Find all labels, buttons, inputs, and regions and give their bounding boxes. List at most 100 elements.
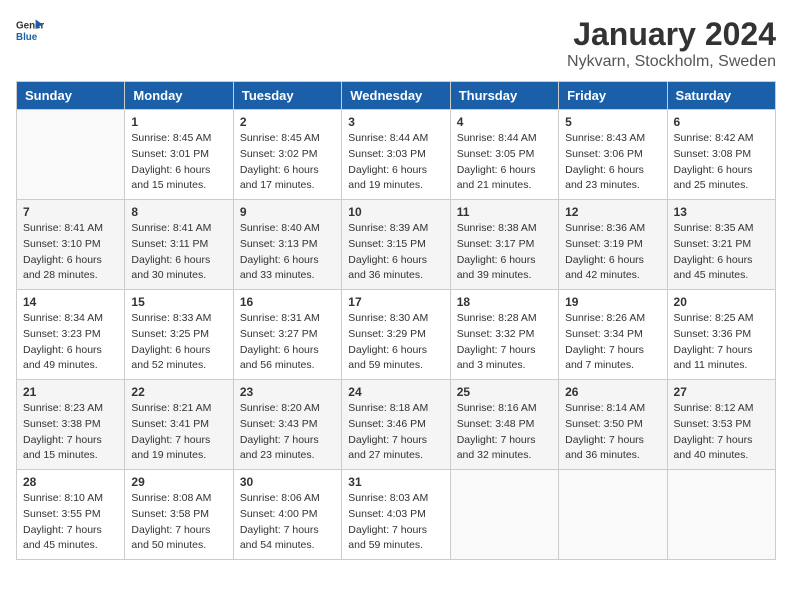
sunrise-text: Sunrise: 8:44 AM <box>348 131 443 147</box>
sunset-text: Sunset: 3:32 PM <box>457 327 552 343</box>
sunrise-text: Sunrise: 8:42 AM <box>674 131 769 147</box>
daylight-text: Daylight: 7 hours and 7 minutes. <box>565 343 660 375</box>
day-number: 14 <box>23 295 118 309</box>
sunrise-text: Sunrise: 8:34 AM <box>23 311 118 327</box>
table-row: 25 Sunrise: 8:16 AM Sunset: 3:48 PM Dayl… <box>450 380 558 470</box>
table-row: 9 Sunrise: 8:40 AM Sunset: 3:13 PM Dayli… <box>233 200 341 290</box>
day-info: Sunrise: 8:45 AM Sunset: 3:01 PM Dayligh… <box>131 131 226 194</box>
day-info: Sunrise: 8:31 AM Sunset: 3:27 PM Dayligh… <box>240 311 335 374</box>
daylight-text: Daylight: 6 hours and 49 minutes. <box>23 343 118 375</box>
sunset-text: Sunset: 3:21 PM <box>674 237 769 253</box>
sunset-text: Sunset: 3:10 PM <box>23 237 118 253</box>
day-info: Sunrise: 8:40 AM Sunset: 3:13 PM Dayligh… <box>240 221 335 284</box>
daylight-text: Daylight: 6 hours and 28 minutes. <box>23 253 118 285</box>
sunrise-text: Sunrise: 8:18 AM <box>348 401 443 417</box>
day-info: Sunrise: 8:16 AM Sunset: 3:48 PM Dayligh… <box>457 401 552 464</box>
day-number: 6 <box>674 115 769 129</box>
day-number: 21 <box>23 385 118 399</box>
table-row: 16 Sunrise: 8:31 AM Sunset: 3:27 PM Dayl… <box>233 290 341 380</box>
calendar-week-row: 7 Sunrise: 8:41 AM Sunset: 3:10 PM Dayli… <box>17 200 776 290</box>
table-row: 17 Sunrise: 8:30 AM Sunset: 3:29 PM Dayl… <box>342 290 450 380</box>
daylight-text: Daylight: 7 hours and 32 minutes. <box>457 433 552 465</box>
calendar-table: Sunday Monday Tuesday Wednesday Thursday… <box>16 81 776 560</box>
day-info: Sunrise: 8:18 AM Sunset: 3:46 PM Dayligh… <box>348 401 443 464</box>
calendar-week-row: 14 Sunrise: 8:34 AM Sunset: 3:23 PM Dayl… <box>17 290 776 380</box>
sunset-text: Sunset: 3:29 PM <box>348 327 443 343</box>
sunrise-text: Sunrise: 8:39 AM <box>348 221 443 237</box>
day-number: 2 <box>240 115 335 129</box>
table-row: 18 Sunrise: 8:28 AM Sunset: 3:32 PM Dayl… <box>450 290 558 380</box>
daylight-text: Daylight: 6 hours and 15 minutes. <box>131 163 226 195</box>
sunset-text: Sunset: 3:50 PM <box>565 417 660 433</box>
calendar-week-row: 28 Sunrise: 8:10 AM Sunset: 3:55 PM Dayl… <box>17 470 776 560</box>
sunset-text: Sunset: 3:36 PM <box>674 327 769 343</box>
sunset-text: Sunset: 4:03 PM <box>348 507 443 523</box>
day-info: Sunrise: 8:34 AM Sunset: 3:23 PM Dayligh… <box>23 311 118 374</box>
day-info: Sunrise: 8:23 AM Sunset: 3:38 PM Dayligh… <box>23 401 118 464</box>
table-row: 21 Sunrise: 8:23 AM Sunset: 3:38 PM Dayl… <box>17 380 125 470</box>
daylight-text: Daylight: 7 hours and 23 minutes. <box>240 433 335 465</box>
daylight-text: Daylight: 7 hours and 40 minutes. <box>674 433 769 465</box>
table-row <box>667 470 775 560</box>
day-info: Sunrise: 8:28 AM Sunset: 3:32 PM Dayligh… <box>457 311 552 374</box>
day-info: Sunrise: 8:06 AM Sunset: 4:00 PM Dayligh… <box>240 491 335 554</box>
daylight-text: Daylight: 7 hours and 27 minutes. <box>348 433 443 465</box>
table-row: 11 Sunrise: 8:38 AM Sunset: 3:17 PM Dayl… <box>450 200 558 290</box>
table-row: 20 Sunrise: 8:25 AM Sunset: 3:36 PM Dayl… <box>667 290 775 380</box>
table-row: 31 Sunrise: 8:03 AM Sunset: 4:03 PM Dayl… <box>342 470 450 560</box>
table-row: 8 Sunrise: 8:41 AM Sunset: 3:11 PM Dayli… <box>125 200 233 290</box>
calendar-header-row: Sunday Monday Tuesday Wednesday Thursday… <box>17 82 776 110</box>
daylight-text: Daylight: 6 hours and 17 minutes. <box>240 163 335 195</box>
title-section: January 2024 Nykvarn, Stockholm, Sweden <box>567 16 776 71</box>
header-monday: Monday <box>125 82 233 110</box>
daylight-text: Daylight: 6 hours and 19 minutes. <box>348 163 443 195</box>
day-number: 7 <box>23 205 118 219</box>
table-row: 10 Sunrise: 8:39 AM Sunset: 3:15 PM Dayl… <box>342 200 450 290</box>
daylight-text: Daylight: 7 hours and 19 minutes. <box>131 433 226 465</box>
sunrise-text: Sunrise: 8:38 AM <box>457 221 552 237</box>
sunset-text: Sunset: 3:55 PM <box>23 507 118 523</box>
sunrise-text: Sunrise: 8:25 AM <box>674 311 769 327</box>
header-wednesday: Wednesday <box>342 82 450 110</box>
table-row: 2 Sunrise: 8:45 AM Sunset: 3:02 PM Dayli… <box>233 110 341 200</box>
table-row: 23 Sunrise: 8:20 AM Sunset: 3:43 PM Dayl… <box>233 380 341 470</box>
table-row: 13 Sunrise: 8:35 AM Sunset: 3:21 PM Dayl… <box>667 200 775 290</box>
sunrise-text: Sunrise: 8:30 AM <box>348 311 443 327</box>
day-number: 19 <box>565 295 660 309</box>
day-info: Sunrise: 8:41 AM Sunset: 3:11 PM Dayligh… <box>131 221 226 284</box>
table-row: 26 Sunrise: 8:14 AM Sunset: 3:50 PM Dayl… <box>559 380 667 470</box>
daylight-text: Daylight: 6 hours and 42 minutes. <box>565 253 660 285</box>
sunset-text: Sunset: 3:46 PM <box>348 417 443 433</box>
day-number: 23 <box>240 385 335 399</box>
sunrise-text: Sunrise: 8:26 AM <box>565 311 660 327</box>
table-row: 29 Sunrise: 8:08 AM Sunset: 3:58 PM Dayl… <box>125 470 233 560</box>
daylight-text: Daylight: 6 hours and 56 minutes. <box>240 343 335 375</box>
sunrise-text: Sunrise: 8:44 AM <box>457 131 552 147</box>
day-info: Sunrise: 8:20 AM Sunset: 3:43 PM Dayligh… <box>240 401 335 464</box>
sunrise-text: Sunrise: 8:21 AM <box>131 401 226 417</box>
sunrise-text: Sunrise: 8:10 AM <box>23 491 118 507</box>
sunset-text: Sunset: 3:53 PM <box>674 417 769 433</box>
day-number: 22 <box>131 385 226 399</box>
calendar-week-row: 21 Sunrise: 8:23 AM Sunset: 3:38 PM Dayl… <box>17 380 776 470</box>
day-info: Sunrise: 8:14 AM Sunset: 3:50 PM Dayligh… <box>565 401 660 464</box>
sunset-text: Sunset: 3:03 PM <box>348 147 443 163</box>
sunset-text: Sunset: 3:08 PM <box>674 147 769 163</box>
day-number: 15 <box>131 295 226 309</box>
table-row: 3 Sunrise: 8:44 AM Sunset: 3:03 PM Dayli… <box>342 110 450 200</box>
sunrise-text: Sunrise: 8:45 AM <box>131 131 226 147</box>
day-number: 24 <box>348 385 443 399</box>
sunset-text: Sunset: 3:27 PM <box>240 327 335 343</box>
header-tuesday: Tuesday <box>233 82 341 110</box>
table-row: 5 Sunrise: 8:43 AM Sunset: 3:06 PM Dayli… <box>559 110 667 200</box>
daylight-text: Daylight: 7 hours and 15 minutes. <box>23 433 118 465</box>
day-info: Sunrise: 8:42 AM Sunset: 3:08 PM Dayligh… <box>674 131 769 194</box>
table-row: 1 Sunrise: 8:45 AM Sunset: 3:01 PM Dayli… <box>125 110 233 200</box>
table-row <box>450 470 558 560</box>
daylight-text: Daylight: 7 hours and 3 minutes. <box>457 343 552 375</box>
table-row: 12 Sunrise: 8:36 AM Sunset: 3:19 PM Dayl… <box>559 200 667 290</box>
day-number: 11 <box>457 205 552 219</box>
daylight-text: Daylight: 6 hours and 39 minutes. <box>457 253 552 285</box>
day-number: 30 <box>240 475 335 489</box>
header-saturday: Saturday <box>667 82 775 110</box>
